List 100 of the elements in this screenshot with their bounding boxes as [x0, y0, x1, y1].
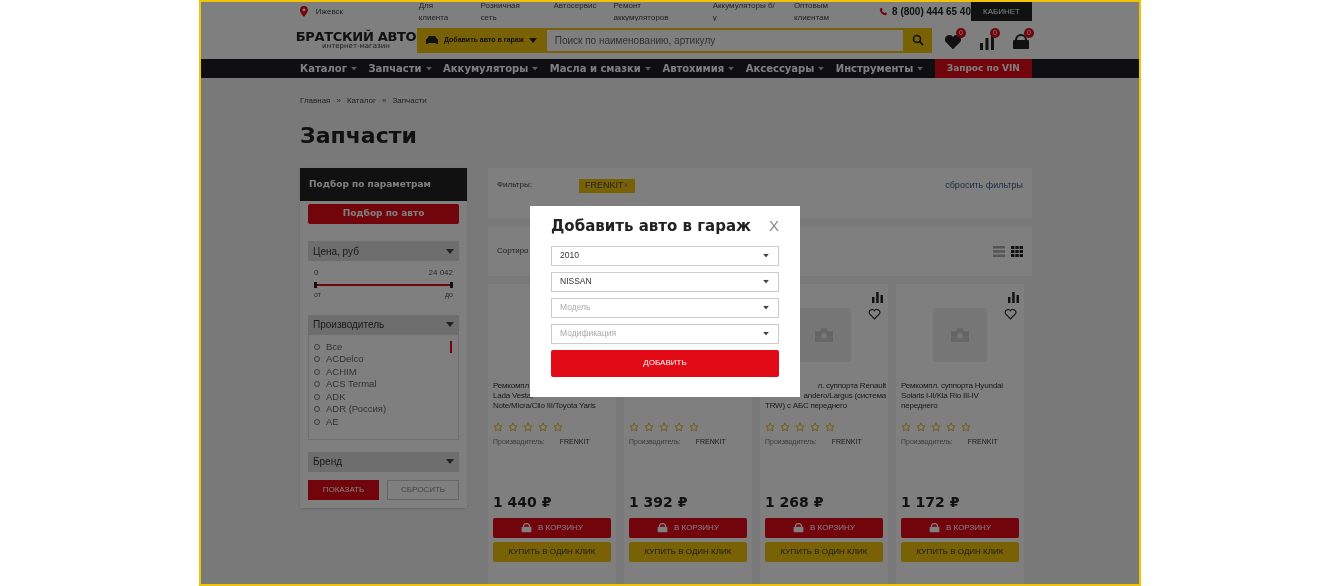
price-dropdown[interactable]: Цена, руб: [308, 241, 459, 261]
reset-button[interactable]: СБРОСИТЬ: [387, 479, 459, 500]
heart-icon: [944, 34, 962, 50]
range-handle[interactable]: [314, 282, 317, 288]
filter-tag[interactable]: FRENKIT×: [579, 179, 635, 193]
product-price: 1 392 ₽: [629, 492, 689, 512]
nav-menu-item[interactable]: Автохимия: [662, 61, 736, 76]
star-icon: [493, 422, 503, 432]
one-click-buy-button[interactable]: КУПИТЬ В ОДИН КЛИК: [765, 541, 883, 562]
top-link[interactable]: Розничная сеть: [480, 2, 537, 24]
product-title-line[interactable]: Ремкомпл. суппорта Hyundai: [901, 381, 1003, 391]
brand-dropdown[interactable]: Бренд: [308, 451, 459, 472]
caret-icon: [528, 37, 537, 43]
add-to-cart-button[interactable]: В КОРЗИНУ: [629, 517, 747, 538]
nav-menu-item[interactable]: Масла и смазки: [549, 61, 652, 76]
product-price: 1 268 ₽: [765, 492, 825, 512]
radio-button[interactable]: [314, 418, 320, 425]
breadcrumb-separator: »: [382, 95, 387, 107]
product-title-line[interactable]: переднего: [901, 401, 938, 411]
vin-request-button[interactable]: Запрос по VIN: [934, 59, 1032, 78]
top-link[interactable]: Ремонт аккумуляторов: [613, 2, 696, 24]
compare-icon[interactable]: [1008, 292, 1019, 303]
product-title-line[interactable]: л. суппорта Renault: [817, 381, 886, 391]
radio-button[interactable]: [314, 406, 320, 413]
scrollbar-thumb[interactable]: [450, 340, 452, 353]
select-field[interactable]: Модель: [551, 297, 779, 318]
city-label[interactable]: Ижевск: [315, 5, 419, 18]
manufacturer-option[interactable]: ADK: [314, 390, 453, 403]
top-link[interactable]: Оптовым клиентам: [793, 2, 864, 24]
star-icon: [553, 422, 563, 432]
product-price: 1 440 ₽: [493, 492, 553, 512]
one-click-buy-button[interactable]: КУПИТЬ В ОДИН КЛИК: [493, 541, 611, 562]
radio-button[interactable]: [314, 343, 320, 350]
bar-chart-icon: [979, 34, 995, 50]
list-view-icon[interactable]: [993, 245, 1005, 257]
nav-menu-item[interactable]: Инструменты: [835, 61, 925, 76]
radio-button[interactable]: [314, 356, 320, 363]
breadcrumb-link[interactable]: Каталог: [346, 95, 376, 107]
star-icon: [674, 422, 684, 432]
one-click-buy-button[interactable]: КУПИТЬ В ОДИН КЛИК: [629, 541, 747, 562]
reset-filters-link[interactable]: сбросить фильтры: [945, 179, 1023, 193]
star-icon: [689, 422, 699, 432]
heart-icon[interactable]: [868, 308, 881, 320]
add-to-cart-button[interactable]: В КОРЗИНУ: [765, 517, 883, 538]
top-link[interactable]: Для клиента: [418, 2, 464, 24]
star-icon: [795, 422, 805, 432]
manufacturer-option[interactable]: ACDelco: [314, 353, 453, 366]
search-button[interactable]: [904, 27, 932, 53]
breadcrumb-link[interactable]: Запчасти: [392, 95, 427, 107]
heart-icon[interactable]: [1004, 308, 1017, 320]
breadcrumb-link[interactable]: Главная: [300, 95, 331, 107]
show-button[interactable]: ПОКАЗАТЬ: [308, 479, 379, 500]
cabinet-button[interactable]: КАБИНЕТ: [971, 2, 1032, 21]
caret-icon: [728, 66, 735, 71]
star-icon: [523, 422, 533, 432]
logo-title: БРАТСКИЙ АВТО: [295, 30, 417, 43]
one-click-buy-button[interactable]: КУПИТЬ В ОДИН КЛИК: [901, 541, 1019, 562]
select-field[interactable]: NISSAN: [551, 271, 779, 292]
nav-menu-item[interactable]: Аксессуары: [745, 61, 826, 76]
dialog-title: Добавить авто в гараж: [551, 216, 751, 237]
select-field[interactable]: Модификация: [551, 323, 779, 344]
filters-label: Фильтры:: [497, 179, 533, 191]
product-title-line[interactable]: TRW) с АБС переднего: [765, 401, 847, 411]
nav-menu-item[interactable]: Аккумуляторы: [443, 61, 540, 76]
manufacturer-option[interactable]: Все: [314, 340, 453, 353]
page-title: Запчасти: [300, 122, 418, 150]
product-title-line[interactable]: Ремкомпл: [493, 381, 529, 391]
compare-icon[interactable]: [872, 292, 883, 303]
add-to-cart-button[interactable]: В КОРЗИНУ: [493, 517, 611, 538]
manufacturer-option[interactable]: ACS Termal: [314, 378, 453, 391]
car-filter-button[interactable]: Подбор по авто: [308, 204, 459, 224]
manufacturer-dropdown[interactable]: Производитель: [308, 314, 459, 335]
caret-icon: [532, 66, 539, 71]
range-handle[interactable]: [450, 282, 453, 288]
product-title-line[interactable]: andero/Largus (система: [803, 391, 886, 401]
star-icon: [629, 422, 639, 432]
nav-menu-item[interactable]: Каталог: [300, 61, 358, 76]
product-title-line[interactable]: Solaris I-II/Kia Rio III-IV: [901, 391, 979, 401]
radio-button[interactable]: [314, 368, 320, 375]
radio-button[interactable]: [314, 393, 320, 400]
caret-icon: [763, 305, 769, 310]
star-icon: [901, 422, 911, 432]
radio-button[interactable]: [314, 381, 320, 388]
caret-icon: [425, 66, 432, 71]
manufacturer-option[interactable]: ADR (Россия): [314, 403, 453, 416]
top-link[interactable]: Автосервис: [553, 2, 597, 24]
phone-number[interactable]: 8 (800) 444 65 40: [892, 4, 971, 19]
select-field[interactable]: 2010: [551, 245, 779, 266]
close-button[interactable]: X: [769, 215, 779, 238]
add-button[interactable]: ДОБАВИТЬ: [551, 349, 779, 377]
star-icon: [825, 422, 835, 432]
star-icon: [916, 422, 926, 432]
manufacturer-option[interactable]: ACHIM: [314, 365, 453, 378]
product-title-line[interactable]: Note/Micra/Clio III/Toyota Yaris: [493, 401, 596, 411]
grid-view-icon[interactable]: [1011, 245, 1023, 257]
add-to-cart-button[interactable]: В КОРЗИНУ: [901, 517, 1019, 538]
manufacturer-option[interactable]: AE: [314, 415, 453, 428]
search-field[interactable]: Поиск по наименованию, артикулу: [544, 27, 905, 53]
nav-menu-item[interactable]: Запчасти: [368, 61, 433, 76]
caret-icon: [644, 66, 651, 71]
